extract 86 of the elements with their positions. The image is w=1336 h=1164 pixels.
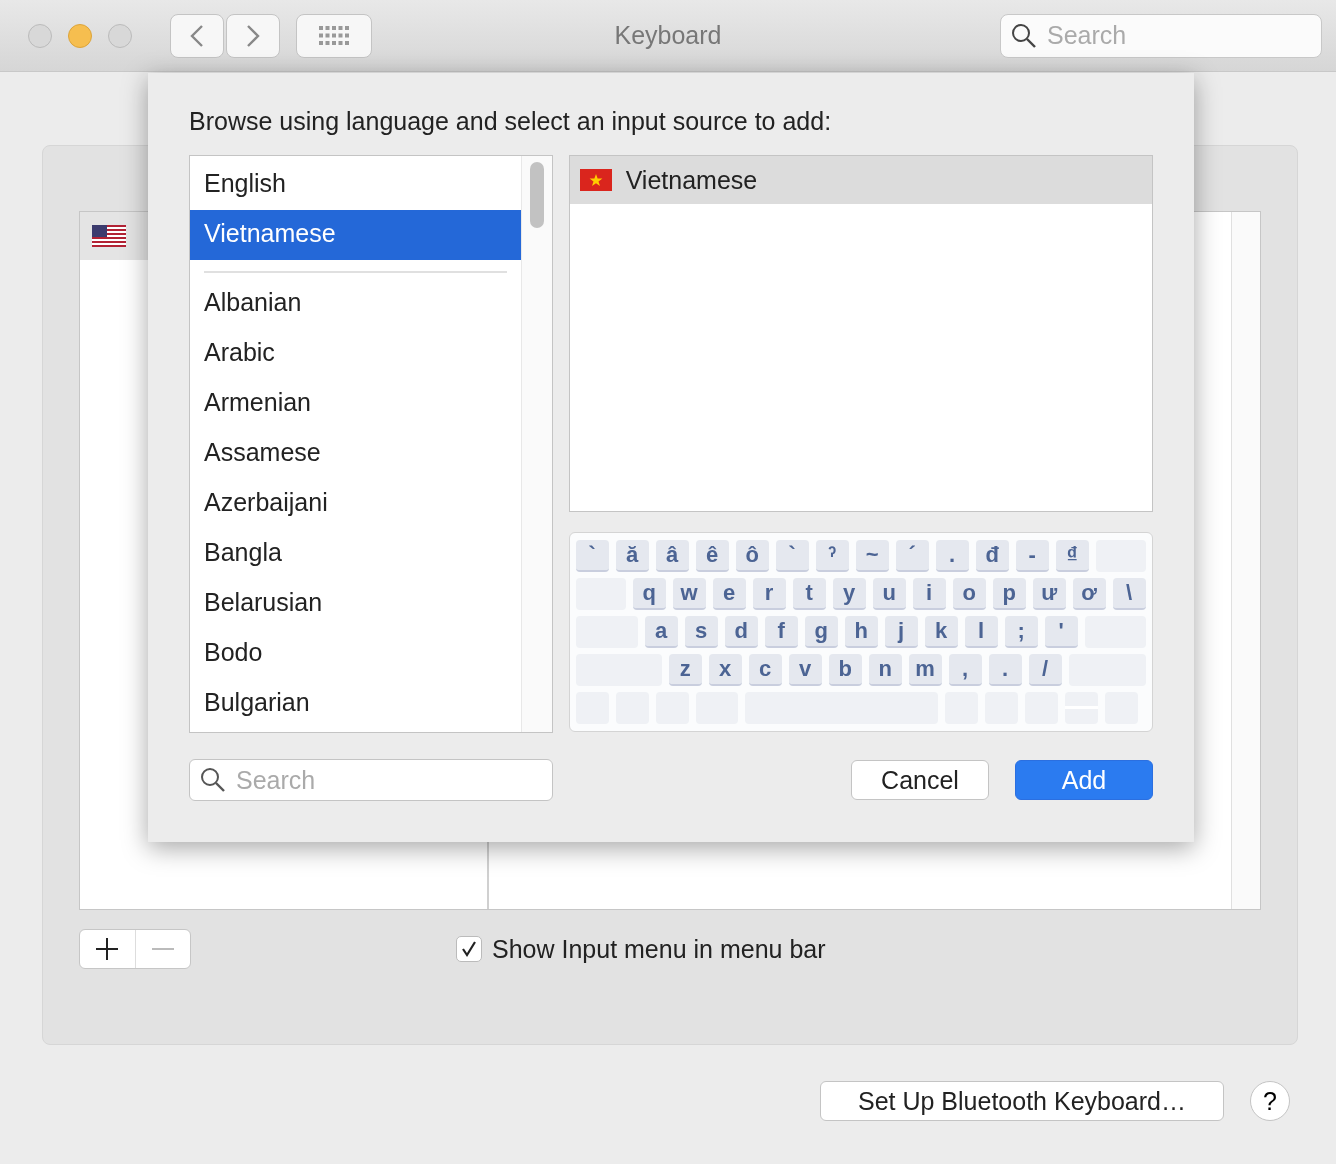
keyboard-key: p (992, 578, 1026, 610)
keyboard-key: \ (1112, 578, 1146, 610)
language-item[interactable]: English (190, 160, 521, 210)
language-item[interactable]: Albanian (190, 279, 521, 329)
help-button[interactable]: ? (1250, 1081, 1290, 1121)
add-button[interactable]: Add (1015, 760, 1153, 800)
us-flag-icon (92, 225, 126, 247)
scrollbar-thumb[interactable] (529, 162, 544, 228)
keyboard-key: ₫ (1055, 540, 1089, 572)
keyboard-key: b (828, 654, 862, 686)
keyboard-key: ô (735, 540, 769, 572)
keyboard-key: ă (615, 540, 649, 572)
language-item[interactable]: Assamese (190, 429, 521, 479)
language-item[interactable]: Bulgarian (190, 679, 521, 729)
cancel-button[interactable]: Cancel (851, 760, 989, 800)
keyboard-key: ư (1032, 578, 1066, 610)
input-source-item[interactable]: Vietnamese (569, 156, 1152, 204)
keyboard-key: / (1028, 654, 1062, 686)
keyboard-key: l (964, 616, 998, 648)
search-icon (1011, 22, 1037, 49)
keyboard-key: d (724, 616, 758, 648)
keyboard-key: đ (975, 540, 1009, 572)
search-field[interactable]: Search (1000, 13, 1322, 58)
keyboard-key: r (752, 578, 786, 610)
keyboard-key: ˀ (815, 540, 849, 572)
zoom-button[interactable] (108, 23, 132, 48)
keyboard-key: a (644, 616, 678, 648)
search-icon (200, 767, 226, 793)
keyboard-key: , (948, 654, 982, 686)
keyboard-key: ` (575, 540, 609, 572)
search-field[interactable]: Search (189, 759, 553, 801)
checkbox-label: Show Input menu in menu bar (492, 934, 826, 964)
bluetooth-keyboard-button[interactable]: Set Up Bluetooth Keyboard… (820, 1081, 1224, 1121)
keyboard-key: ` (775, 540, 809, 572)
checkbox[interactable] (456, 936, 482, 962)
keyboard-key: w (672, 578, 706, 610)
back-button[interactable] (170, 13, 224, 58)
keyboard-key: k (924, 616, 958, 648)
keyboard-key: e (712, 578, 746, 610)
vietnam-flag-icon (579, 169, 612, 191)
keyboard-key: ơ (1072, 578, 1106, 610)
keyboard-key: q (632, 578, 666, 610)
plus-icon (95, 937, 120, 961)
keyboard-key: ê (695, 540, 729, 572)
language-item[interactable]: Belarusian (190, 579, 521, 629)
keyboard-key: f (764, 616, 798, 648)
minus-icon (150, 947, 175, 951)
keyboard-key: - (1015, 540, 1049, 572)
keyboard-key: s (684, 616, 718, 648)
check-icon (460, 940, 478, 958)
keyboard-key: t (792, 578, 826, 610)
language-item[interactable]: Bangla (190, 529, 521, 579)
keyboard-key: v (788, 654, 822, 686)
keyboard-key: y (832, 578, 866, 610)
language-item[interactable]: Azerbaijani (190, 479, 521, 529)
chevron-right-icon (246, 23, 260, 48)
close-button[interactable] (28, 23, 52, 48)
sheet-prompt: Browse using language and select an input source to add: (189, 107, 833, 137)
keyboard-key: â (655, 540, 689, 572)
language-item[interactable]: Vietnamese (190, 210, 521, 260)
keyboard-key: ´ (895, 540, 929, 572)
keyboard-key: g (804, 616, 838, 648)
keyboard-key: c (748, 654, 782, 686)
language-item[interactable]: Bodo (190, 629, 521, 679)
keyboard-key: m (908, 654, 942, 686)
minimize-button[interactable] (68, 23, 92, 48)
keyboard-key: x (708, 654, 742, 686)
keyboard-key: i (912, 578, 946, 610)
grid-icon (319, 25, 349, 46)
keyboard-key: ; (1004, 616, 1038, 648)
keyboard-key: o (952, 578, 986, 610)
language-item[interactable]: Arabic (190, 329, 521, 379)
keyboard-key: u (872, 578, 906, 610)
keyboard-key: h (844, 616, 878, 648)
chevron-left-icon (190, 23, 204, 48)
show-all-button[interactable] (296, 13, 372, 58)
keyboard-key: n (868, 654, 902, 686)
language-item[interactable]: Armenian (190, 379, 521, 429)
keyboard-key: ~ (855, 540, 889, 572)
keyboard-key: j (884, 616, 918, 648)
keyboard-key: z (668, 654, 702, 686)
keyboard-key: . (988, 654, 1022, 686)
keyboard-key: . (935, 540, 969, 572)
keyboard-key: ' (1044, 616, 1078, 648)
forward-button[interactable] (226, 13, 280, 58)
window-title: Keyboard (613, 21, 723, 50)
